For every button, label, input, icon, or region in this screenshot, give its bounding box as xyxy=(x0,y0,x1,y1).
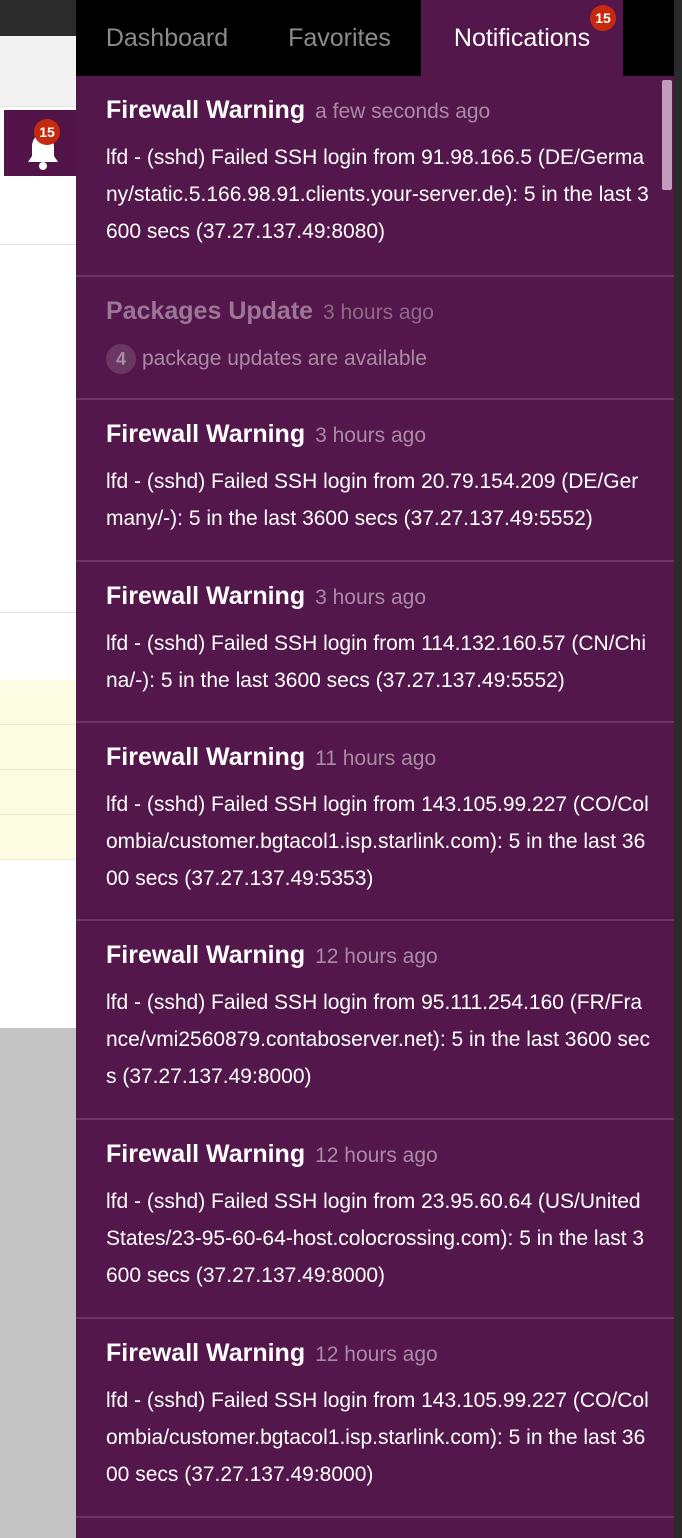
notification-list: Firewall Warning a few seconds ago lfd - … xyxy=(76,76,674,1518)
notification-message: lfd - (sshd) Failed SSH login from 91.98… xyxy=(106,146,649,243)
notification-time: 12 hours ago xyxy=(315,945,438,968)
notification-message: lfd - (sshd) Failed SSH login from 20.79… xyxy=(106,470,639,530)
notification-time: 3 hours ago xyxy=(323,301,434,324)
notification-title: Firewall Warning xyxy=(106,582,306,610)
notification-time: 12 hours ago xyxy=(315,1343,438,1366)
tab-dashboard-label: Dashboard xyxy=(105,24,229,52)
notification-item[interactable]: Firewall Warning 12 hours ago lfd - (sshd… xyxy=(76,1120,674,1319)
notification-title: Firewall Warning xyxy=(106,1140,306,1168)
bell-badge: 15 xyxy=(34,119,60,145)
tab-favorites-label: Favorites xyxy=(288,24,391,52)
notification-title: Firewall Warning xyxy=(106,420,306,448)
notification-time: 12 hours ago xyxy=(315,1144,438,1167)
tab-dashboard[interactable]: Dashboard xyxy=(76,0,258,76)
notification-time: a few seconds ago xyxy=(315,100,491,123)
notification-item[interactable]: Firewall Warning a few seconds ago lfd - … xyxy=(76,76,674,277)
notification-item[interactable]: Firewall Warning 12 hours ago lfd - (sshd… xyxy=(76,921,674,1120)
tab-favorites[interactable]: Favorites xyxy=(258,0,421,76)
notification-item[interactable]: Packages Update 3 hours ago 4 package upda… xyxy=(76,277,674,400)
update-count-badge: 4 xyxy=(106,344,136,375)
notification-message: lfd - (sshd) Failed SSH login from 143.1… xyxy=(106,793,649,890)
notification-title: Firewall Warning xyxy=(106,941,306,969)
notifications-bell-button[interactable]: 15 xyxy=(4,110,76,176)
notification-title: Firewall Warning xyxy=(106,743,306,771)
notification-time: 3 hours ago xyxy=(315,586,427,609)
notification-panel: Dashboard Favorites Notifications 15 Fir… xyxy=(76,0,674,1538)
notification-item[interactable]: Firewall Warning 12 hours ago lfd - (sshd… xyxy=(76,1319,674,1518)
notification-title: Firewall Warning xyxy=(106,1339,306,1367)
notification-item[interactable]: Firewall Warning 3 hours ago lfd - (sshd)… xyxy=(76,562,674,723)
notification-message: lfd - (sshd) Failed SSH login from 95.11… xyxy=(106,991,651,1088)
panel-tab-bar: Dashboard Favorites Notifications 15 xyxy=(76,0,674,76)
notification-title: Packages Update xyxy=(106,297,314,325)
notification-time: 3 hours ago xyxy=(315,424,427,447)
notification-message: lfd - (sshd) Failed SSH login from 23.95… xyxy=(106,1190,645,1287)
notification-time: 11 hours ago xyxy=(315,747,437,770)
notifications-count-badge: 15 xyxy=(590,5,616,31)
notification-title: Firewall Warning xyxy=(106,96,306,124)
notification-message: lfd - (sshd) Failed SSH login from 143.1… xyxy=(106,1389,649,1486)
notification-message: package updates are available xyxy=(142,347,427,370)
tab-notifications[interactable]: Notifications 15 xyxy=(421,0,623,76)
notification-item[interactable]: Firewall Warning 11 hours ago lfd - (sshd… xyxy=(76,723,674,921)
notification-message: lfd - (sshd) Failed SSH login from 114.1… xyxy=(106,632,647,692)
notification-item[interactable]: Firewall Warning 3 hours ago lfd - (sshd)… xyxy=(76,400,674,562)
background-right-edge xyxy=(674,0,682,1538)
tab-notifications-label: Notifications xyxy=(453,24,591,52)
